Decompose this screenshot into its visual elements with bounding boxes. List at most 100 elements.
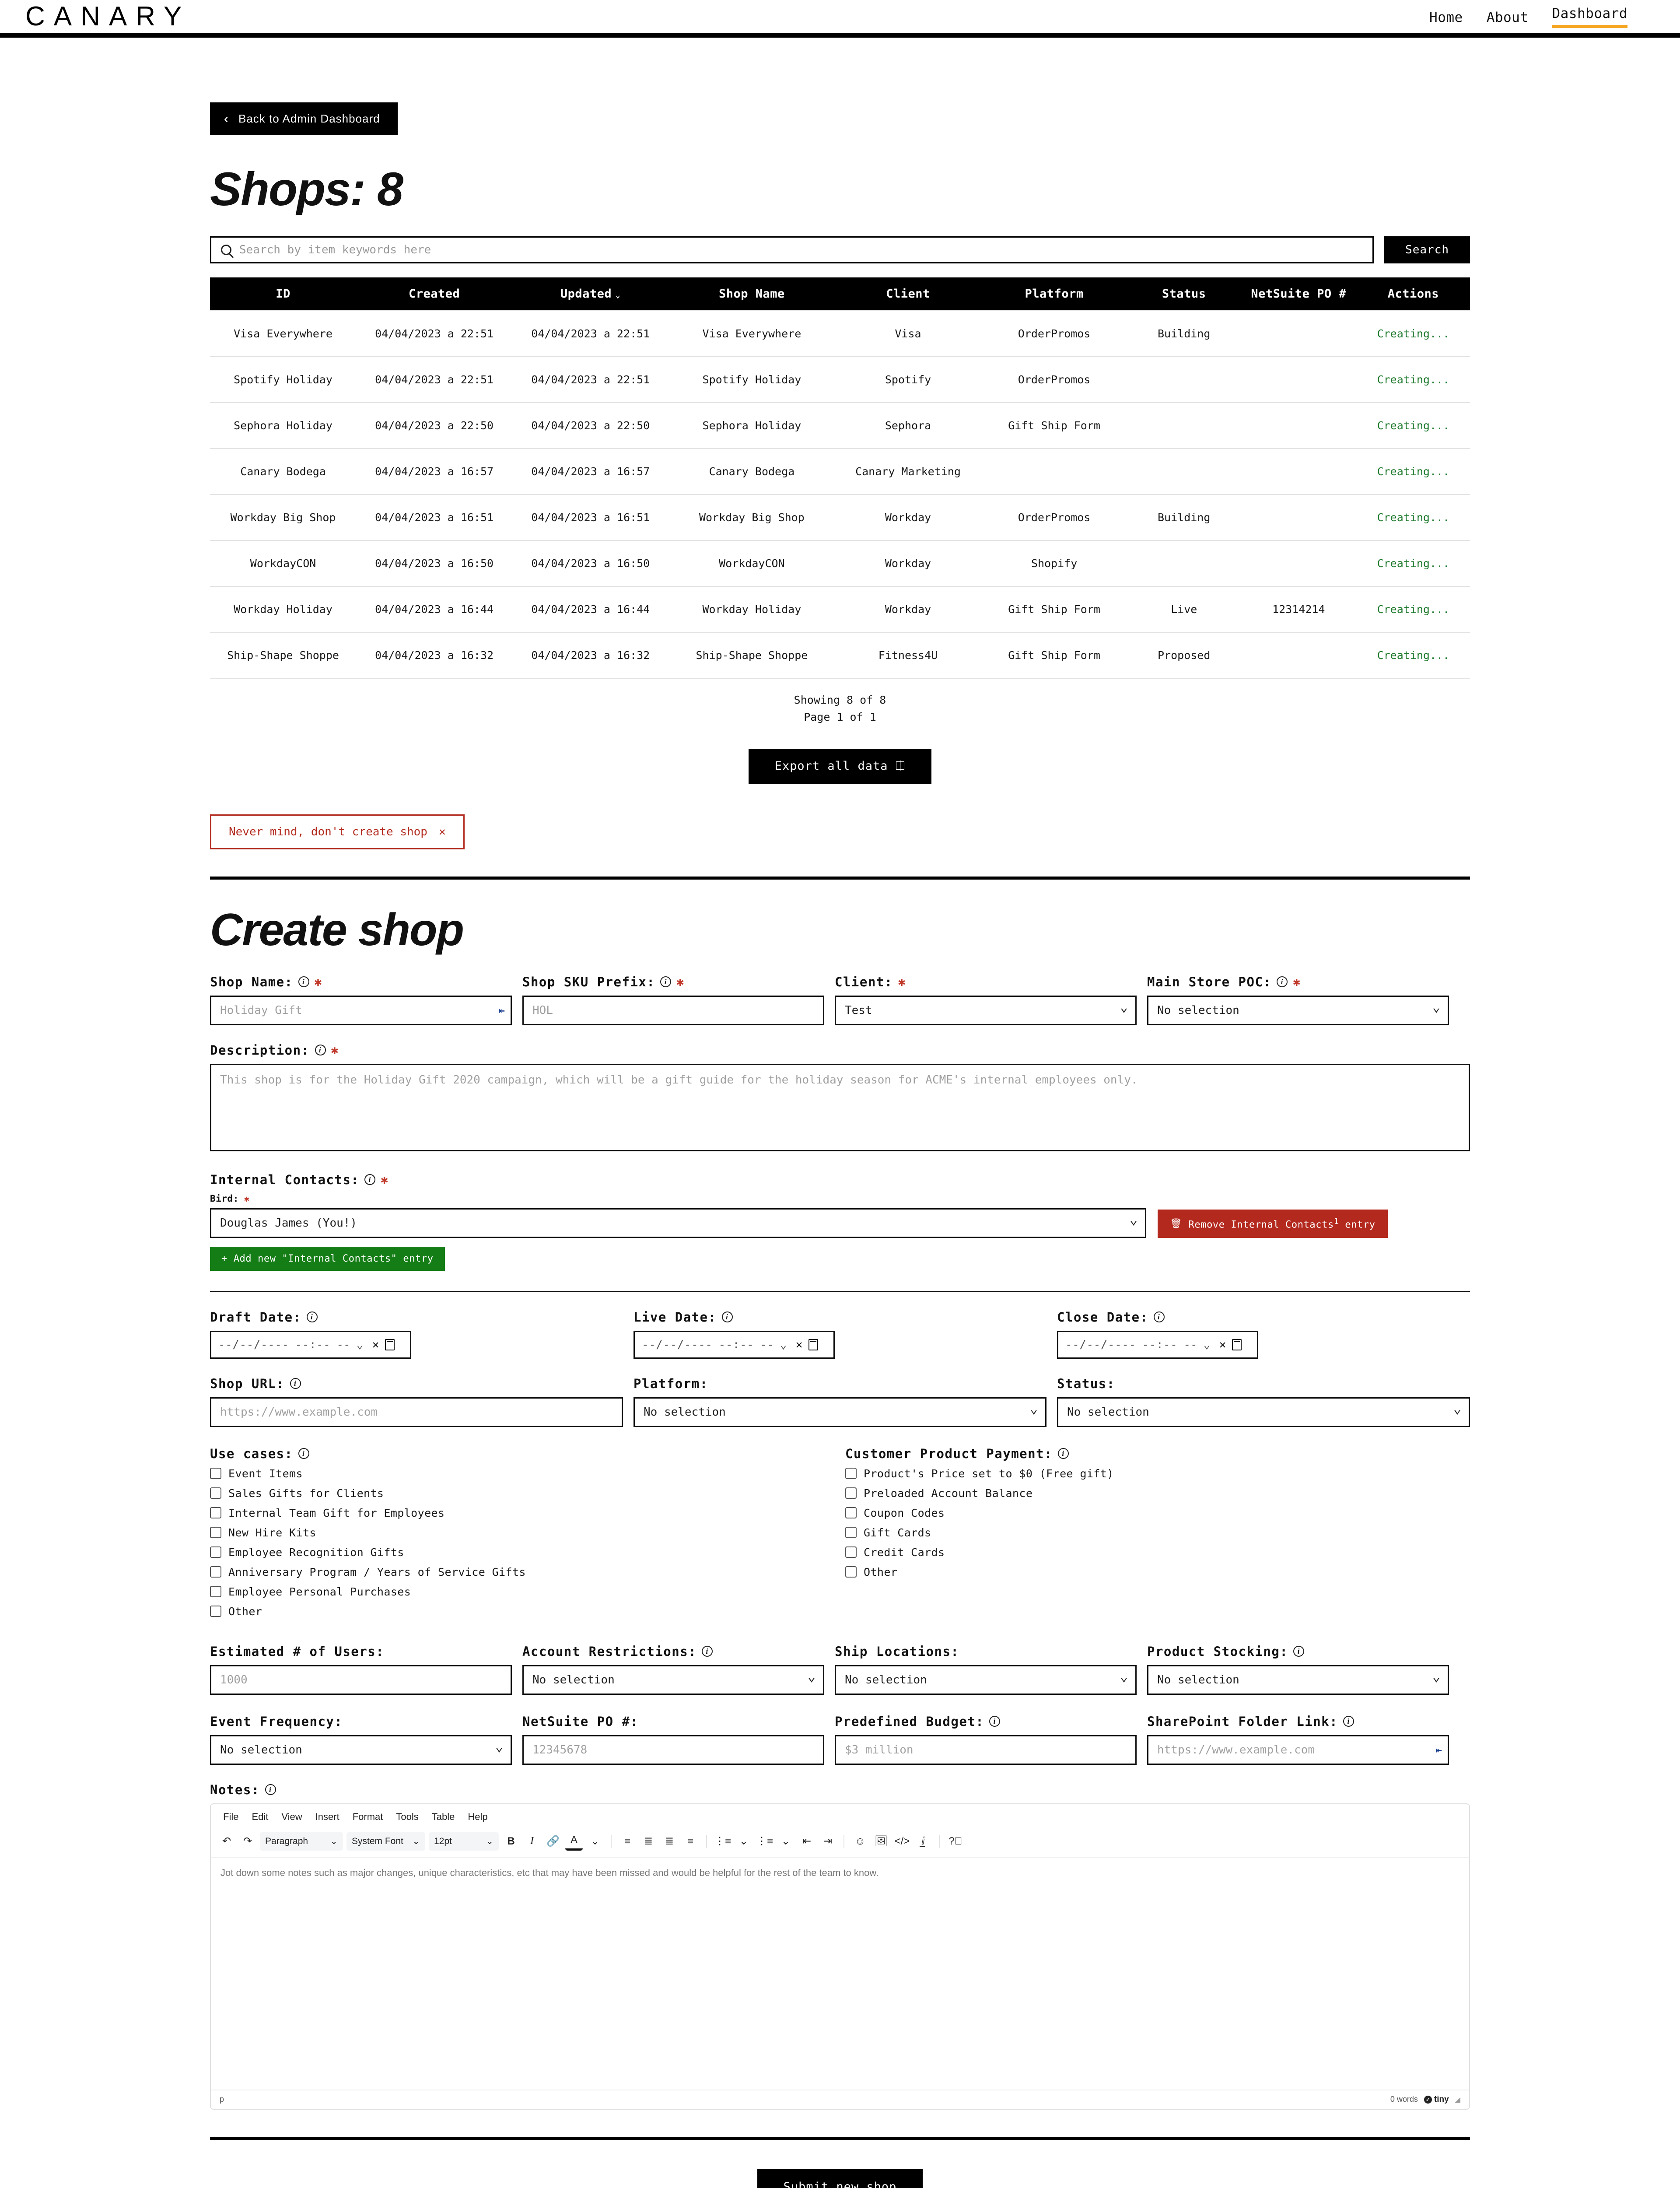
creating-link[interactable]: Creating... xyxy=(1377,465,1450,478)
emoticon-icon[interactable]: ☺ xyxy=(851,1832,869,1851)
checkbox-icon[interactable] xyxy=(845,1468,857,1479)
undo-icon[interactable]: ↶ xyxy=(218,1832,235,1851)
checkbox-icon[interactable] xyxy=(210,1468,221,1479)
info-icon[interactable]: i xyxy=(315,1045,326,1055)
shop-sku-prefix-input[interactable] xyxy=(522,996,824,1025)
nav-link-about[interactable]: About xyxy=(1487,10,1529,28)
chevron-down-icon[interactable]: ⌄ xyxy=(780,1338,787,1351)
increase-indent-icon[interactable]: ⇥ xyxy=(819,1832,836,1851)
cell-actions[interactable]: Creating... xyxy=(1357,311,1470,357)
netsuite-po-input[interactable] xyxy=(522,1735,824,1765)
creating-link[interactable]: Creating... xyxy=(1377,603,1450,616)
table-row[interactable]: Spotify Holiday04/04/2023 a 22:5104/04/2… xyxy=(210,357,1470,403)
help-icon[interactable]: ?⃝ xyxy=(947,1832,964,1851)
use-case-option[interactable]: Event Items xyxy=(210,1467,835,1480)
bullet-list-chevron-icon[interactable]: ⌄ xyxy=(735,1832,752,1851)
align-right-icon[interactable]: ≣ xyxy=(661,1832,678,1851)
numbered-list-chevron-icon[interactable]: ⌄ xyxy=(777,1832,794,1851)
info-icon[interactable]: i xyxy=(722,1311,733,1322)
use-case-option[interactable]: Other xyxy=(210,1605,835,1618)
close-date-field[interactable]: --/--/---- --:-- -- ⌄ ✕ xyxy=(1057,1331,1258,1359)
client-select[interactable]: Test xyxy=(835,996,1137,1025)
creating-link[interactable]: Creating... xyxy=(1377,511,1450,524)
info-icon[interactable]: i xyxy=(1154,1311,1165,1322)
chevron-down-icon[interactable]: ⌄ xyxy=(357,1338,364,1351)
editor-menu-tools[interactable]: Tools xyxy=(391,1809,424,1825)
editor-menu-format[interactable]: Format xyxy=(347,1809,388,1825)
decrease-indent-icon[interactable]: ⇤ xyxy=(798,1832,816,1851)
submit-new-shop-button[interactable]: Submit new shop xyxy=(757,2169,923,2188)
search-box[interactable] xyxy=(210,236,1374,263)
info-icon[interactable]: i xyxy=(298,976,309,987)
editor-menu-view[interactable]: View xyxy=(276,1809,307,1825)
use-case-option[interactable]: New Hire Kits xyxy=(210,1526,835,1539)
table-row[interactable]: Visa Everywhere04/04/2023 a 22:5104/04/2… xyxy=(210,311,1470,357)
info-icon[interactable]: i xyxy=(290,1378,301,1389)
checkbox-icon[interactable] xyxy=(845,1527,857,1538)
back-to-admin-dashboard-button[interactable]: ‹ Back to Admin Dashboard xyxy=(210,102,398,135)
description-textarea[interactable] xyxy=(210,1064,1470,1151)
info-icon[interactable]: i xyxy=(1277,976,1288,987)
table-row[interactable]: WorkdayCON04/04/2023 a 16:5004/04/2023 a… xyxy=(210,540,1470,586)
bird-select[interactable]: Douglas James (You!) xyxy=(210,1208,1146,1238)
checkbox-icon[interactable] xyxy=(210,1566,221,1578)
column-header-netsuite-po[interactable]: NetSuite PO # xyxy=(1241,277,1357,311)
live-date-field[interactable]: --/--/---- --:-- -- ⌄ ✕ xyxy=(634,1331,835,1359)
checkbox-icon[interactable] xyxy=(210,1507,221,1518)
editor-menu-file[interactable]: File xyxy=(218,1809,244,1825)
column-header-status[interactable]: Status xyxy=(1127,277,1241,311)
status-select[interactable]: No selection xyxy=(1057,1397,1470,1427)
use-case-option[interactable]: Sales Gifts for Clients xyxy=(210,1487,835,1500)
cell-actions[interactable]: Creating... xyxy=(1357,540,1470,586)
table-row[interactable]: Ship-Shape Shoppe04/04/2023 a 16:3204/04… xyxy=(210,632,1470,678)
insert-image-icon[interactable]: 🖼 xyxy=(872,1832,890,1851)
column-header-id[interactable]: ID xyxy=(210,277,356,311)
info-icon[interactable]: i xyxy=(989,1716,1000,1727)
font-family-select[interactable]: System Font⌄ xyxy=(346,1832,425,1851)
clear-formatting-icon[interactable]: ⅈ̲ xyxy=(914,1832,932,1851)
payment-option[interactable]: Gift Cards xyxy=(845,1526,1470,1539)
bullet-list-icon[interactable]: ⋮≡ xyxy=(714,1832,732,1851)
info-icon[interactable]: i xyxy=(660,976,671,987)
clear-date-icon[interactable]: ✕ xyxy=(1219,1338,1226,1351)
link-icon[interactable]: 🔗 xyxy=(544,1832,562,1851)
payment-option[interactable]: Product's Price set to $0 (Free gift) xyxy=(845,1467,1470,1480)
checkbox-icon[interactable] xyxy=(210,1586,221,1597)
info-icon[interactable]: i xyxy=(265,1784,276,1795)
checkbox-icon[interactable] xyxy=(210,1527,221,1538)
predefined-budget-input[interactable] xyxy=(835,1735,1137,1765)
table-row[interactable]: Workday Big Shop04/04/2023 a 16:5104/04/… xyxy=(210,494,1470,540)
notes-editor-body[interactable]: Jot down some notes such as major change… xyxy=(211,1858,1469,2090)
payment-option[interactable]: Other xyxy=(845,1566,1470,1578)
editor-element-path[interactable]: p xyxy=(220,2095,224,2104)
use-case-option[interactable]: Employee Personal Purchases xyxy=(210,1585,835,1598)
text-color-chevron-icon[interactable]: ⌄ xyxy=(586,1832,604,1851)
cell-actions[interactable]: Creating... xyxy=(1357,357,1470,403)
calendar-icon[interactable] xyxy=(385,1339,395,1350)
table-row[interactable]: Workday Holiday04/04/2023 a 16:4404/04/2… xyxy=(210,586,1470,632)
chevron-down-icon[interactable]: ⌄ xyxy=(1204,1338,1211,1351)
info-icon[interactable]: i xyxy=(1343,1716,1354,1727)
editor-menu-table[interactable]: Table xyxy=(427,1809,460,1825)
text-color-icon[interactable]: A xyxy=(565,1832,583,1851)
checkbox-icon[interactable] xyxy=(845,1566,857,1578)
cell-actions[interactable]: Creating... xyxy=(1357,632,1470,678)
checkbox-icon[interactable] xyxy=(210,1487,221,1499)
ship-locations-select[interactable]: No selection xyxy=(835,1665,1137,1695)
font-size-select[interactable]: 12pt⌄ xyxy=(429,1832,499,1851)
block-format-select[interactable]: Paragraph⌄ xyxy=(260,1832,343,1851)
payment-option[interactable]: Coupon Codes xyxy=(845,1507,1470,1519)
calendar-icon[interactable] xyxy=(808,1339,818,1350)
column-header-shop-name[interactable]: Shop Name xyxy=(668,277,835,311)
export-all-data-button[interactable]: Export all data ⎅ xyxy=(749,749,932,784)
cell-actions[interactable]: Creating... xyxy=(1357,403,1470,449)
nav-link-home[interactable]: Home xyxy=(1429,10,1463,28)
info-icon[interactable]: i xyxy=(702,1646,713,1657)
platform-select[interactable]: No selection xyxy=(634,1397,1046,1427)
info-icon[interactable]: i xyxy=(1058,1448,1069,1459)
info-icon[interactable]: i xyxy=(364,1174,375,1185)
product-stocking-select[interactable]: No selection xyxy=(1147,1665,1449,1695)
checkbox-icon[interactable] xyxy=(845,1487,857,1499)
checkbox-icon[interactable] xyxy=(845,1507,857,1518)
draft-date-field[interactable]: --/--/---- --:-- -- ⌄ ✕ xyxy=(210,1331,411,1359)
